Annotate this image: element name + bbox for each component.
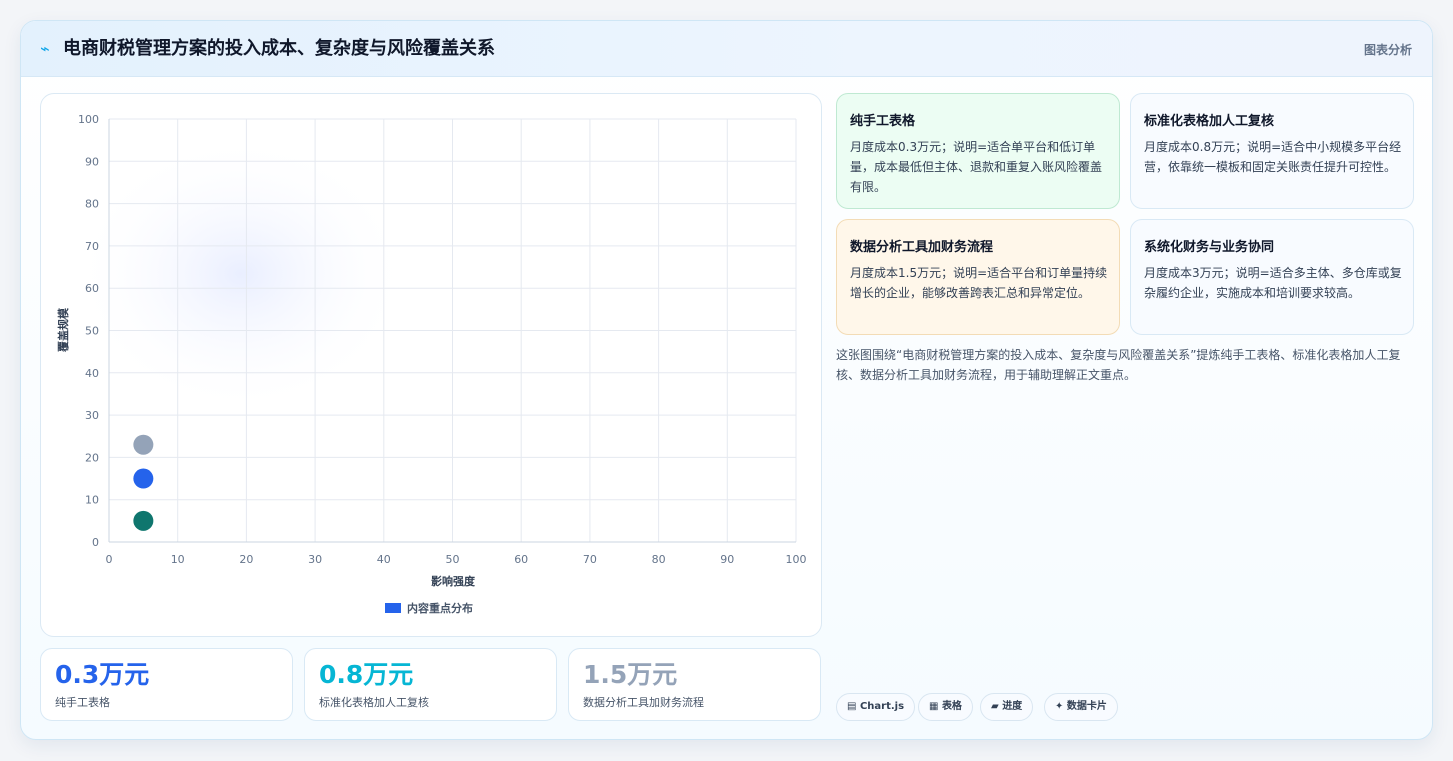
- stat-label: 标准化表格加人工复核: [319, 696, 429, 709]
- info-card-title: 纯手工表格: [850, 114, 916, 129]
- stat-value: 0.8万元: [319, 660, 414, 689]
- y-tick-label: 30: [85, 409, 99, 422]
- x-tick-label: 60: [514, 553, 528, 566]
- y-tick-label: 100: [78, 113, 99, 126]
- x-tick-label: 0: [106, 553, 113, 566]
- legend-label[interactable]: 内容重点分布: [407, 601, 473, 615]
- chip-chartjs[interactable]: ▤ Chart.js: [836, 693, 916, 721]
- chart-icon: ▤: [847, 701, 857, 712]
- y-tick-label: 20: [85, 451, 99, 464]
- stat-value: 0.3万元: [55, 660, 150, 689]
- y-tick-label: 70: [85, 240, 99, 253]
- data-point[interactable]: [133, 468, 154, 489]
- scatter-chart: 0 10 20 30 40 50 60 70 80 90 100 0 10 20 30 40 50 60 70 80 9…: [56, 113, 807, 615]
- x-tick-label: 20: [239, 553, 253, 566]
- stat-label: 纯手工表格: [55, 696, 110, 709]
- chip-progress[interactable]: ▰ 进度: [980, 693, 1034, 721]
- x-tick-label: 90: [720, 553, 734, 566]
- y-tick-label: 10: [85, 494, 99, 507]
- stat-value: 1.5万元: [583, 660, 678, 689]
- progress-icon: ▰: [991, 701, 999, 712]
- chip-label: 表格: [941, 701, 962, 712]
- chip-table[interactable]: ▦ 表格: [918, 693, 973, 721]
- y-tick-label: 80: [85, 198, 99, 211]
- header-tag: 图表分析: [1363, 43, 1412, 57]
- legend-swatch[interactable]: [385, 603, 401, 613]
- data-point[interactable]: [133, 434, 154, 455]
- chip-data-card[interactable]: ✦ 数据卡片: [1044, 693, 1118, 721]
- info-card-text: 月度成本0.3万元；说明=适合单平台和低订单量，成本最低但主体、退款和重复入账风…: [850, 140, 1103, 194]
- y-tick-label: 50: [85, 325, 99, 338]
- x-axis-label: 影响强度: [431, 574, 476, 588]
- x-tick-label: 100: [786, 553, 807, 566]
- chip-label: 数据卡片: [1066, 701, 1107, 712]
- stat-card-2: 1.5万元 数据分析工具加财务流程: [568, 648, 821, 721]
- x-tick-label: 50: [446, 553, 460, 566]
- y-axis-label: 覆盖规模: [56, 307, 70, 352]
- main-card: ⌁ 电商财税管理方案的投入成本、复杂度与风险覆盖关系 图表分析 0 10 20 30 4…: [20, 20, 1433, 740]
- info-card-title: 系统化财务与业务协同: [1144, 240, 1275, 255]
- data-point[interactable]: [133, 510, 154, 531]
- chip-label: 进度: [1002, 701, 1023, 712]
- card-header: ⌁ 电商财税管理方案的投入成本、复杂度与风险覆盖关系 图表分析: [21, 21, 1432, 77]
- stat-card-1: 0.8万元 标准化表格加人工复核: [304, 648, 557, 721]
- summary-text: 这张图围绕“电商财税管理方案的投入成本、复杂度与风险覆盖关系”提炼纯手工表格、标…: [836, 348, 1401, 382]
- y-tick-label: 90: [85, 155, 99, 168]
- x-tick-label: 30: [308, 553, 322, 566]
- info-card-0: 纯手工表格 月度成本0.3万元；说明=适合单平台和低订单量，成本最低但主体、退款…: [836, 93, 1120, 209]
- info-card-text: 月度成本1.5万元；说明=适合平台和订单量持续增长的企业，能够改善跨表汇总和异常…: [850, 266, 1108, 300]
- x-tick-label: 10: [171, 553, 185, 566]
- lightning-icon: ⌁: [40, 39, 50, 58]
- chip-label: Chart.js: [859, 701, 905, 712]
- info-card-3: 系统化财务与业务协同 月度成本3万元；说明=适合多主体、多仓库或复杂履约企业，实…: [1130, 219, 1414, 335]
- info-card-title: 标准化表格加人工复核: [1144, 114, 1275, 129]
- y-tick-label: 0: [92, 536, 99, 549]
- info-card-title: 数据分析工具加财务流程: [850, 240, 994, 255]
- page-title: 电商财税管理方案的投入成本、复杂度与风险覆盖关系: [63, 38, 495, 59]
- chart-panel: 0 10 20 30 40 50 60 70 80 90 100 0 10 20 30 40 50 60 70 80 9…: [40, 93, 822, 637]
- x-tick-label: 40: [377, 553, 391, 566]
- info-card-text: 月度成本0.8万元；说明=适合中小规模多平台经营，依靠统一模板和固定关账责任提升…: [1144, 140, 1402, 174]
- info-card-text: 月度成本3万元；说明=适合多主体、多仓库或复杂履约企业，实施成本和培训要求较高。: [1144, 266, 1402, 300]
- info-card-2: 数据分析工具加财务流程 月度成本1.5万元；说明=适合平台和订单量持续增长的企业…: [836, 219, 1120, 335]
- sparkle-icon: ✦: [1055, 701, 1064, 712]
- stat-card-0: 0.3万元 纯手工表格: [40, 648, 293, 721]
- x-tick-label: 70: [583, 553, 597, 566]
- y-tick-label: 60: [85, 282, 99, 295]
- x-tick-label: 80: [652, 553, 666, 566]
- info-card-1: 标准化表格加人工复核 月度成本0.8万元；说明=适合中小规模多平台经营，依靠统一…: [1130, 93, 1414, 209]
- y-tick-label: 40: [85, 367, 99, 380]
- table-icon: ▦: [929, 701, 939, 712]
- stat-label: 数据分析工具加财务流程: [583, 696, 704, 709]
